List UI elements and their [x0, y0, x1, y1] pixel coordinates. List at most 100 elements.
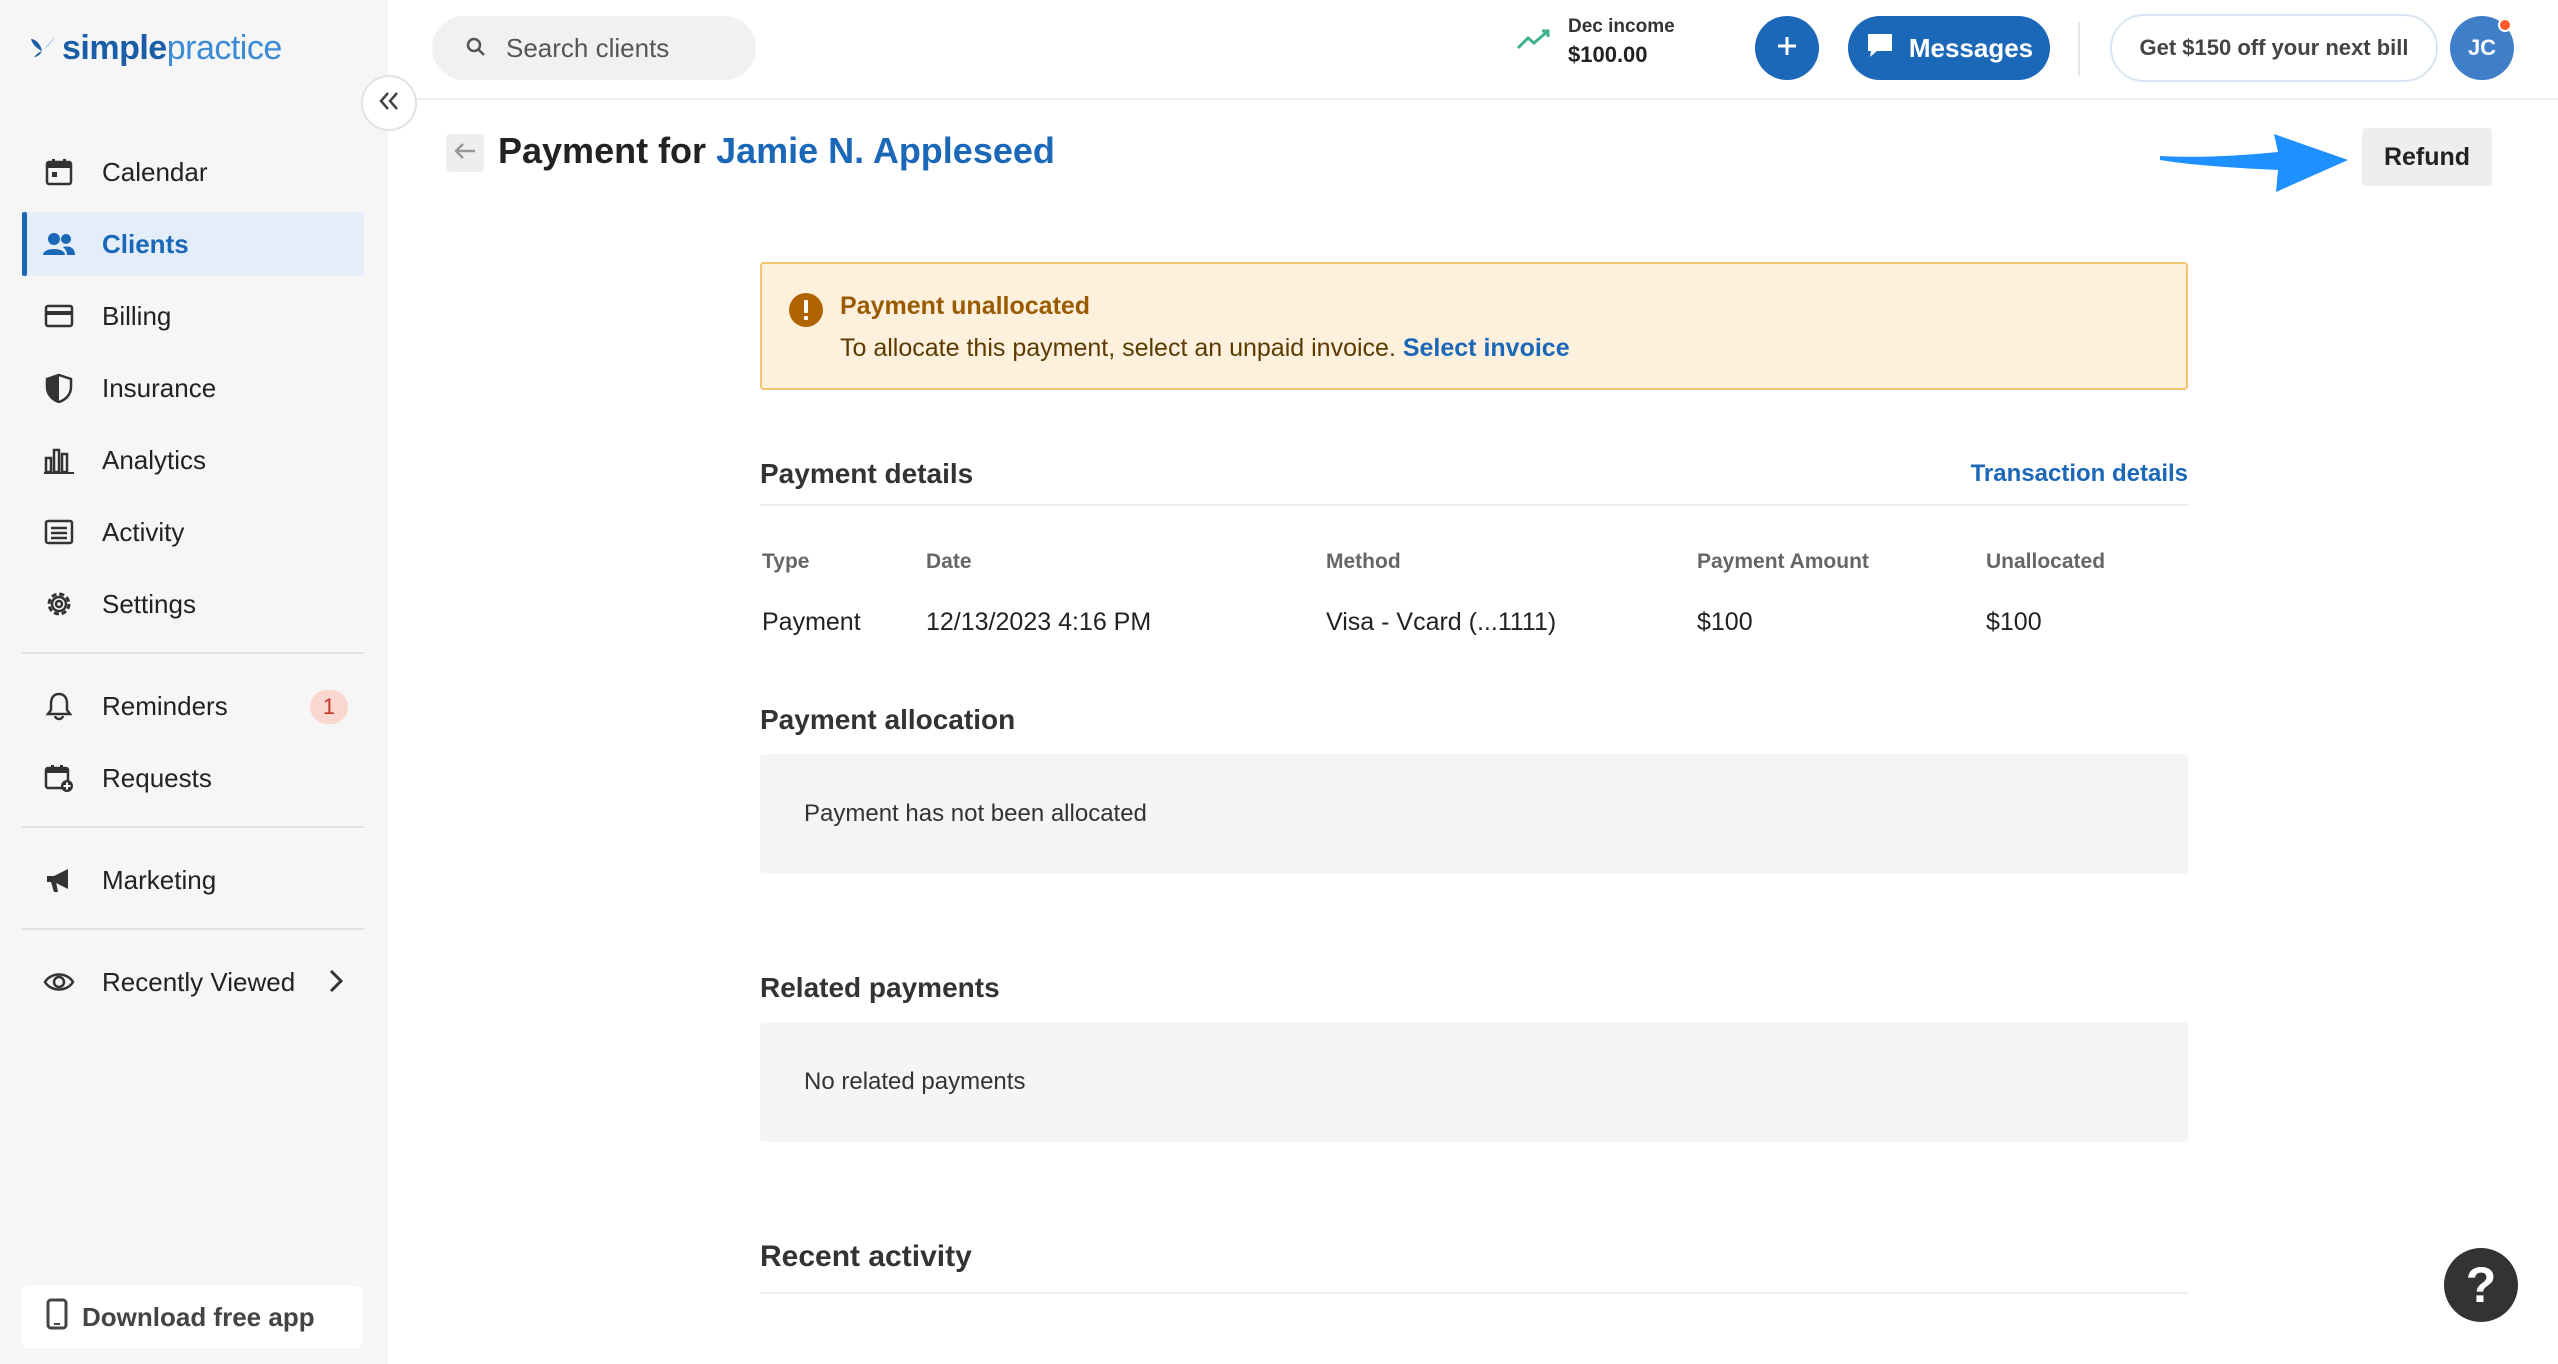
column-header-type: Type: [762, 550, 810, 573]
trend-up-icon: [1516, 28, 1552, 57]
phone-icon: [46, 1298, 68, 1337]
sidebar-item-label: Clients: [102, 228, 189, 259]
recent-activity-header: Recent activity: [760, 1222, 2188, 1294]
unallocated-alert: Payment unallocated To allocate this pay…: [760, 262, 2188, 390]
create-new-button[interactable]: [1755, 16, 1819, 80]
sidebar-item-activity[interactable]: Activity: [22, 500, 364, 564]
back-button[interactable]: [446, 134, 484, 172]
payment-details-table: Type Date Method Payment Amount Unalloca…: [760, 506, 2188, 676]
arrow-left-icon: [453, 141, 477, 166]
sidebar-item-label: Requests: [102, 762, 212, 793]
nav-divider: [22, 928, 364, 930]
download-app-button[interactable]: Download free app: [22, 1286, 362, 1348]
avatar[interactable]: JC: [2450, 16, 2514, 80]
eye-icon: [42, 965, 76, 999]
warning-icon: [788, 292, 824, 333]
sidebar-item-marketing[interactable]: Marketing: [22, 848, 364, 912]
cell-payment-amount: $100: [1697, 608, 1753, 636]
settings-icon: [42, 587, 76, 621]
sidebar-item-reminders[interactable]: Reminders 1: [22, 674, 364, 738]
cell-unallocated: $100: [1986, 608, 2042, 636]
bell-icon: [42, 689, 76, 723]
related-payments-empty: No related payments: [760, 1022, 2188, 1142]
sidebar-nav: Calendar Clients Billing Insurance Analy…: [22, 140, 364, 1022]
column-header-unallocated: Unallocated: [1986, 550, 2106, 573]
column-header-payment-amount: Payment Amount: [1697, 550, 1869, 573]
sidebar-item-label: Reminders: [102, 690, 228, 721]
sidebar-item-calendar[interactable]: Calendar: [22, 140, 364, 204]
income-summary[interactable]: Dec income $100.00: [1516, 16, 1675, 68]
chevron-right-icon: [328, 968, 344, 1001]
page-title-prefix: Payment for: [498, 130, 707, 171]
logo-text-simple: simple: [62, 28, 167, 67]
logo[interactable]: simple practice: [28, 22, 282, 74]
sidebar-item-label: Recently Viewed: [102, 966, 296, 997]
sidebar-item-label: Activity: [102, 516, 185, 547]
sidebar-item-label: Insurance: [102, 372, 217, 403]
sidebar-item-label: Analytics: [102, 444, 207, 475]
payment-details-header: Payment details Transaction details: [760, 436, 2188, 506]
avatar-initials: JC: [2467, 35, 2497, 60]
column-header-date: Date: [926, 550, 972, 573]
select-invoice-link[interactable]: Select invoice: [1403, 334, 1570, 362]
sidebar-item-settings[interactable]: Settings: [22, 572, 364, 636]
messages-label: Messages: [1908, 32, 2034, 63]
cell-method: Visa - Vcard (...1111): [1326, 608, 1557, 636]
megaphone-icon: [42, 863, 76, 897]
nav-divider: [22, 826, 364, 828]
sidebar-item-label: Marketing: [102, 864, 217, 895]
client-name-link[interactable]: Jamie N. Appleseed: [716, 130, 1055, 171]
sidebar-item-insurance[interactable]: Insurance: [22, 356, 364, 420]
payment-allocation-heading: Payment allocation: [760, 704, 1016, 735]
annotation-arrow-icon: [2160, 134, 2348, 192]
messages-button[interactable]: Messages: [1848, 16, 2050, 80]
payment-details-heading: Payment details: [760, 458, 974, 489]
page-title: Payment for Jamie N. Appleseed: [498, 130, 1055, 172]
sidebar: simple practice Calendar Clients Billing …: [0, 0, 388, 1364]
notification-dot: [2498, 18, 2512, 32]
transaction-details-link[interactable]: Transaction details: [1971, 460, 2188, 488]
promo-button[interactable]: Get $150 off your next bill: [2110, 14, 2438, 82]
column-header-method: Method: [1326, 550, 1401, 573]
nav-divider: [22, 652, 364, 654]
alert-title: Payment unallocated: [840, 292, 1091, 320]
activity-icon: [42, 515, 76, 549]
search-placeholder: Search clients: [506, 32, 670, 63]
topbar-divider: [2078, 22, 2080, 76]
insurance-icon: [42, 371, 76, 405]
alert-message-text: To allocate this payment, select an unpa…: [840, 334, 1396, 362]
double-chevron-left-icon: [378, 90, 400, 117]
billing-icon: [42, 299, 76, 333]
calendar-icon: [42, 155, 76, 189]
reminders-count-badge: 1: [310, 690, 348, 724]
logo-text-practice: practice: [166, 28, 283, 67]
refund-button[interactable]: Refund: [2362, 128, 2492, 186]
plus-icon: [1775, 34, 1799, 63]
sidebar-item-clients[interactable]: Clients: [22, 212, 364, 276]
related-payments-header: Related payments: [760, 956, 2188, 1022]
payment-allocation-header: Payment allocation: [760, 688, 2188, 754]
sidebar-item-label: Calendar: [102, 156, 208, 187]
income-value: $100.00: [1568, 42, 1648, 67]
sidebar-item-analytics[interactable]: Analytics: [22, 428, 364, 492]
cell-type: Payment: [762, 608, 861, 636]
search-input[interactable]: Search clients: [432, 16, 756, 80]
calendar-add-icon: [42, 761, 76, 795]
sidebar-item-recently-viewed[interactable]: Recently Viewed: [22, 950, 364, 1014]
help-button[interactable]: ?: [2444, 1248, 2518, 1322]
sidebar-item-label: Billing: [102, 300, 172, 331]
recent-activity-heading: Recent activity: [760, 1240, 972, 1273]
top-bar: Search clients Dec income $100.00 Messag…: [388, 0, 2558, 100]
sidebar-item-label: Settings: [102, 588, 196, 619]
analytics-icon: [42, 443, 76, 477]
payment-allocation-empty: Payment has not been allocated: [760, 754, 2188, 874]
income-label: Dec income: [1568, 16, 1675, 37]
sidebar-item-billing[interactable]: Billing: [22, 284, 364, 348]
download-app-label: Download free app: [82, 1301, 315, 1332]
alert-message: To allocate this payment, select an unpa…: [840, 334, 1570, 363]
butterfly-logo-icon: [31, 37, 55, 57]
main-content: Payment unallocated To allocate this pay…: [760, 262, 2188, 1294]
cell-date: 12/13/2023 4:16 PM: [926, 608, 1152, 636]
sidebar-item-requests[interactable]: Requests: [22, 746, 364, 810]
collapse-sidebar-button[interactable]: [361, 75, 417, 131]
